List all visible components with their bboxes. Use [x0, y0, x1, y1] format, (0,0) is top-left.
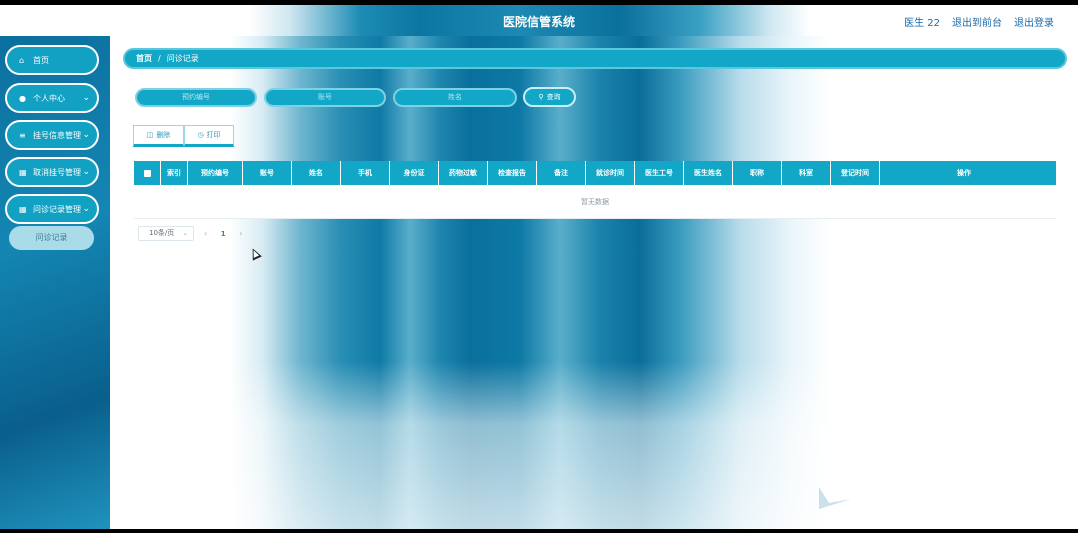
trash-icon: ◫ — [146, 131, 154, 139]
print-button[interactable]: ◷ 打印 — [184, 125, 234, 147]
query-button[interactable]: ⚲ 查询 — [523, 87, 576, 107]
sidebar: ⌂ 首页 ● 个人中心 ⌄ ≡ 挂号信息管理 ⌄ ▦ 取消挂号管理 ⌄ ▦ 问诊… — [0, 36, 110, 529]
column-header: 索引 — [161, 161, 188, 185]
appointment-no-input[interactable]: 预约编号 — [135, 88, 257, 107]
column-header: 药物过敏 — [439, 161, 488, 185]
records-table: 索引 预约编号 账号 姓名 手机 身份证 药物过敏 检查报告 备注 就诊时间 医… — [134, 161, 1056, 219]
table-header-row: 索引 预约编号 账号 姓名 手机 身份证 药物过敏 检查报告 备注 就诊时间 医… — [134, 161, 1056, 185]
app-window: 医院信管系统 医生 22 退出到前台 退出登录 ⌂ 首页 ● 个人中心 ⌄ ≡ … — [0, 5, 1078, 529]
home-icon: ⌂ — [19, 55, 25, 65]
to-front-link[interactable]: 退出到前台 — [952, 14, 1002, 29]
sidebar-item-label: 首页 — [33, 55, 49, 65]
column-header: 操作 — [957, 169, 971, 177]
column-header: 医生姓名 — [684, 161, 733, 185]
column-header: 手机 — [341, 161, 390, 185]
logout-link[interactable]: 退出登录 — [1014, 14, 1054, 29]
breadcrumb-home[interactable]: 首页 — [136, 50, 152, 67]
grid-icon: ▦ — [19, 167, 27, 177]
column-header: 科室 — [782, 161, 831, 185]
column-header: 登记时间 — [831, 161, 880, 185]
current-user: 医生 22 — [904, 18, 940, 29]
column-header: 职称 — [733, 161, 782, 185]
sidebar-item-personal-center[interactable]: ● 个人中心 ⌄ — [5, 83, 99, 113]
column-header: 备注 — [537, 161, 586, 185]
clock-icon: ◷ — [197, 131, 204, 139]
watermark-logo-icon — [819, 487, 851, 509]
chevron-down-icon: ⌄ — [82, 130, 90, 140]
query-button-label: 查询 — [546, 93, 561, 101]
next-page-icon[interactable]: › — [239, 229, 242, 238]
top-header: 医院信管系统 医生 22 退出到前台 退出登录 — [0, 5, 1078, 36]
sidebar-item-cancel-registration[interactable]: ▦ 取消挂号管理 ⌄ — [5, 157, 99, 187]
column-header: 就诊时间 — [586, 161, 635, 185]
chevron-down-icon: ⌄ — [82, 167, 90, 177]
breadcrumb-separator: / — [158, 54, 161, 63]
submenu-consultation-records[interactable]: 问诊记录 — [9, 226, 94, 250]
column-header: 医生工号 — [635, 161, 684, 185]
delete-button-label: 删除 — [156, 131, 171, 139]
sidebar-item-consultation-records[interactable]: ▦ 问诊记录管理 ⌄ — [5, 194, 99, 224]
pagination: 10条/页 ⌄ ‹ 1 › — [138, 226, 242, 241]
name-input[interactable]: 姓名 — [393, 88, 517, 107]
page-size-select[interactable]: 10条/页 ⌄ — [138, 226, 194, 241]
sidebar-item-label: 个人中心 — [33, 93, 65, 103]
current-page-number[interactable]: 1 — [217, 230, 229, 238]
sliders-icon: ≡ — [19, 130, 26, 140]
mouse-cursor-icon — [248, 246, 262, 261]
sidebar-item-home[interactable]: ⌂ 首页 — [5, 45, 99, 75]
sidebar-item-registration[interactable]: ≡ 挂号信息管理 ⌄ — [5, 120, 99, 150]
column-header: 姓名 — [292, 161, 341, 185]
print-button-label: 打印 — [206, 131, 221, 139]
chevron-down-icon: ⌄ — [82, 93, 90, 103]
prev-page-icon[interactable]: ‹ — [204, 229, 207, 238]
column-header: 预约编号 — [188, 161, 243, 185]
sidebar-item-label: 挂号信息管理 — [33, 130, 81, 140]
column-header: 身份证 — [390, 161, 439, 185]
chevron-down-icon: ⌄ — [82, 204, 90, 214]
account-input[interactable]: 账号 — [264, 88, 386, 107]
page-size-value: 10条/页 — [149, 229, 175, 237]
grid-icon: ▦ — [19, 204, 27, 214]
sidebar-item-label: 问诊记录管理 — [33, 204, 81, 214]
select-all-checkbox[interactable] — [134, 161, 161, 185]
column-header: 账号 — [243, 161, 292, 185]
search-icon: ⚲ — [538, 93, 544, 101]
delete-button[interactable]: ◫ 删除 — [133, 125, 184, 147]
sidebar-item-label: 取消挂号管理 — [33, 167, 81, 177]
empty-table-message: 暂无数据 — [134, 185, 1056, 219]
header-user-links: 医生 22 退出到前台 退出登录 — [904, 14, 1054, 29]
breadcrumb-current: 问诊记录 — [166, 54, 199, 63]
user-icon: ● — [19, 93, 26, 103]
column-header: 检查报告 — [488, 161, 537, 185]
chevron-down-icon: ⌄ — [182, 229, 188, 237]
breadcrumb: 首页 / 问诊记录 — [123, 48, 1067, 69]
